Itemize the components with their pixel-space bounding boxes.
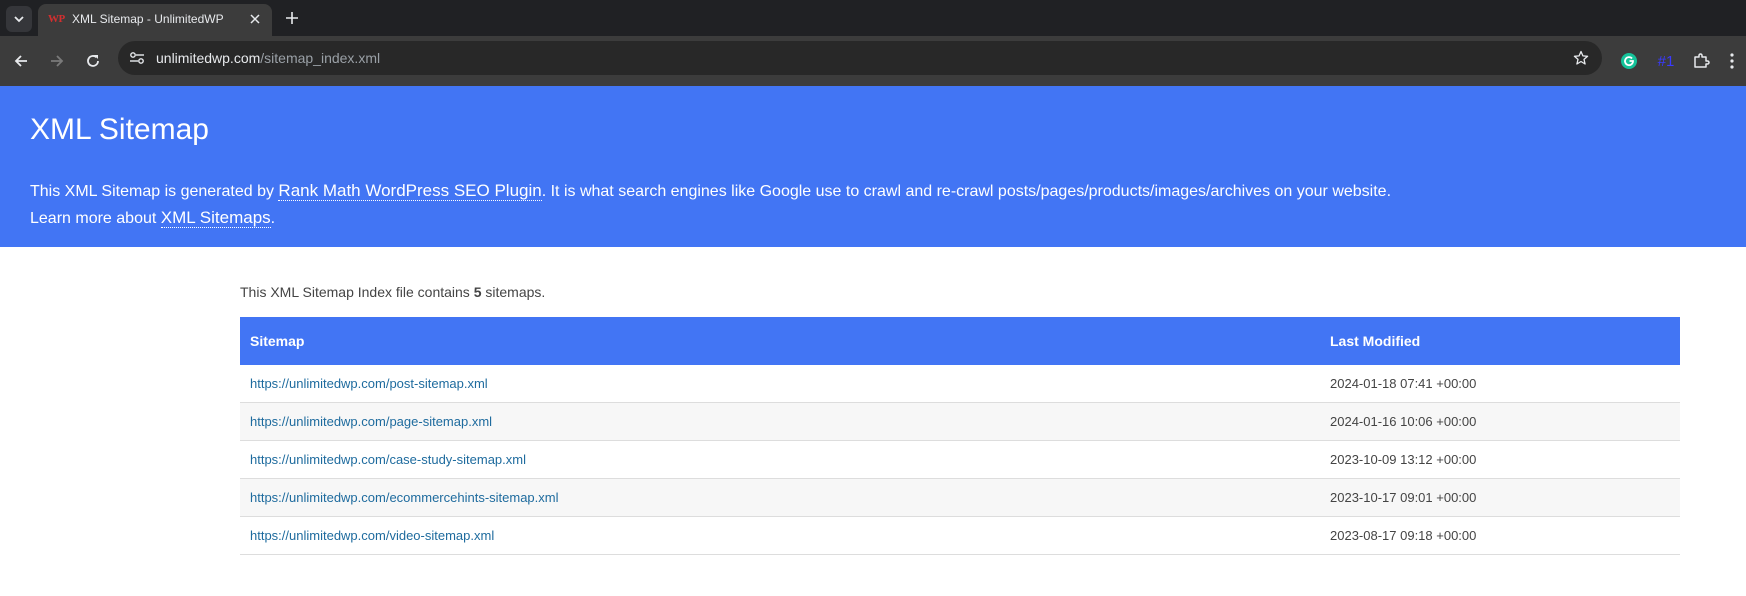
intro-text-end: sitemaps. [481,284,546,300]
favicon-icon: WP [48,13,65,25]
sitemap-column-header: Sitemap [240,317,1320,365]
tab-title: XML Sitemap - UnlimitedWP [72,12,224,26]
sitemap-link[interactable]: https://unlimitedwp.com/case-study-sitem… [250,452,526,467]
reload-button[interactable] [80,48,106,74]
last-modified-cell: 2024-01-18 07:41 +00:00 [1320,365,1680,403]
close-icon [250,14,260,24]
last-modified-column-header: Last Modified [1320,317,1680,365]
learn-more-line: Learn more about XML Sitemaps. [30,208,275,229]
chevron-down-icon [14,16,24,23]
browser-menu-button[interactable] [1722,48,1742,74]
table-row: https://unlimitedwp.com/video-sitemap.xm… [240,516,1680,555]
back-button[interactable] [8,48,34,74]
rank-badge-extension[interactable]: #1 [1652,48,1680,74]
description-text-cont: . It is what search engines like Google … [541,183,1392,200]
bookmark-button[interactable] [1572,49,1590,67]
browser-toolbar: unlimitedwp.com/sitemap_index.xml #1 [0,36,1746,86]
last-modified-cell: 2023-10-17 09:01 +00:00 [1320,478,1680,517]
puzzle-icon [1694,53,1710,68]
last-modified-cell: 2024-01-16 10:06 +00:00 [1320,402,1680,441]
more-vert-icon [1730,53,1734,69]
sitemap-count-text: This XML Sitemap Index file contains 5 s… [240,280,1680,304]
learn-more-end: . [270,210,276,227]
url-text[interactable]: unlimitedwp.com/sitemap_index.xml [156,50,380,66]
intro-text: This XML Sitemap Index file contains [240,284,474,300]
table-row: https://unlimitedwp.com/ecommercehints-s… [240,478,1680,517]
description-line: This XML Sitemap is generated by Rank Ma… [30,181,1391,202]
table-row: https://unlimitedwp.com/post-sitemap.xml… [240,365,1680,403]
grammarly-extension-button[interactable] [1616,48,1642,74]
table-header-row: Sitemap Last Modified [240,317,1680,365]
page-title: XML Sitemap [30,113,209,146]
last-modified-cell: 2023-08-17 09:18 +00:00 [1320,516,1680,555]
browser-tab[interactable]: WP XML Sitemap - UnlimitedWP [38,4,272,36]
sitemap-count: 5 [473,284,482,300]
star-icon [1573,50,1589,65]
sitemap-header: XML Sitemap This XML Sitemap is generate… [0,86,1746,247]
reload-icon [87,55,99,67]
table-row: https://unlimitedwp.com/page-sitemap.xml… [240,402,1680,441]
description-text: This XML Sitemap is generated by [30,183,279,200]
sitemap-link[interactable]: https://unlimitedwp.com/post-sitemap.xml [250,376,488,391]
sitemap-link[interactable]: https://unlimitedwp.com/video-sitemap.xm… [250,528,494,543]
browser-tab-strip: WP XML Sitemap - UnlimitedWP [0,0,1746,36]
grammarly-icon [1621,53,1637,69]
url-path: /sitemap_index.xml [260,50,381,66]
sitemap-link[interactable]: https://unlimitedwp.com/ecommercehints-s… [250,490,559,505]
sitemap-table: Sitemap Last Modified https://unlimitedw… [240,317,1680,555]
url-host: unlimitedwp.com [156,50,261,66]
table-row: https://unlimitedwp.com/case-study-sitem… [240,440,1680,479]
xml-sitemaps-link[interactable]: XML Sitemaps [160,208,271,228]
extensions-button[interactable] [1688,48,1714,74]
sitemap-link[interactable]: https://unlimitedwp.com/page-sitemap.xml [250,414,492,429]
rank-math-link[interactable]: Rank Math WordPress SEO Plugin [278,181,542,201]
address-bar[interactable]: unlimitedwp.com/sitemap_index.xml [118,41,1602,75]
tab-close-button[interactable] [246,10,264,28]
tune-icon [130,52,144,64]
learn-more-text: Learn more about [30,210,161,227]
last-modified-cell: 2023-10-09 13:12 +00:00 [1320,440,1680,479]
sitemap-content: This XML Sitemap Index file contains 5 s… [240,280,1680,555]
forward-button[interactable] [44,48,70,74]
arrow-left-icon [14,55,27,67]
new-tab-button[interactable] [282,8,302,28]
tab-search-button[interactable] [6,6,32,32]
plus-icon [286,12,298,24]
site-info-button[interactable] [128,49,146,67]
arrow-right-icon [51,55,64,67]
